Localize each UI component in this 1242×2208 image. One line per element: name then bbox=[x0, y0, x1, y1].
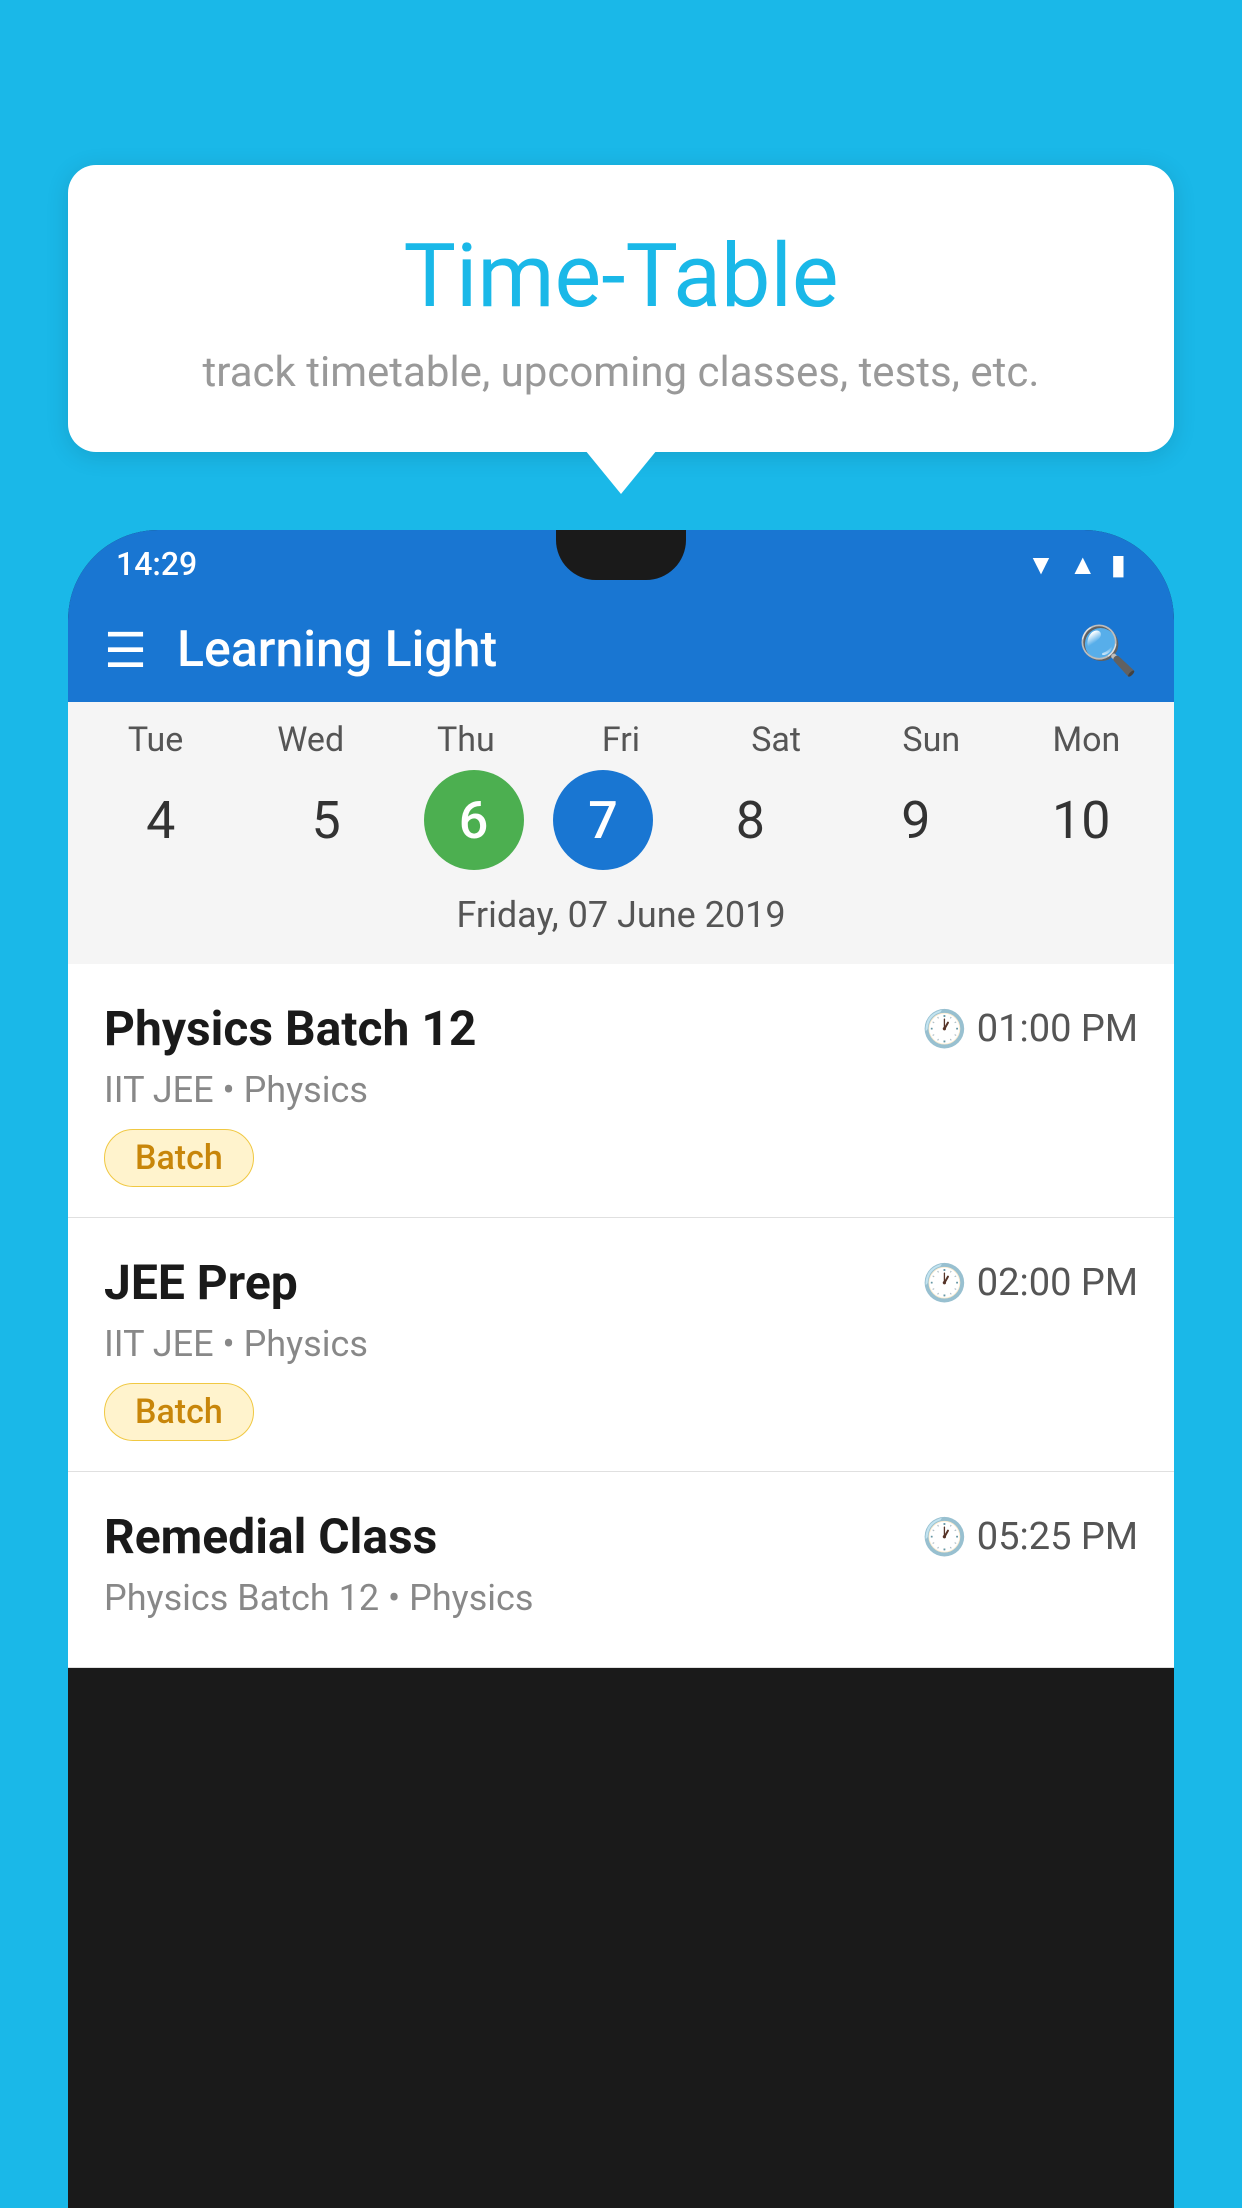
schedule-item-1-time: 🕐 01:00 PM bbox=[922, 1007, 1138, 1051]
wifi-icon: ▼ bbox=[1027, 548, 1055, 581]
day-7-selected[interactable]: 7 bbox=[553, 770, 653, 870]
day-name-fri: Fri bbox=[553, 720, 689, 760]
search-icon[interactable]: 🔍 bbox=[1078, 622, 1138, 679]
schedule-item-1[interactable]: Physics Batch 12 🕐 01:00 PM IIT JEE • Ph… bbox=[68, 964, 1174, 1218]
schedule-list: Physics Batch 12 🕐 01:00 PM IIT JEE • Ph… bbox=[68, 964, 1174, 1668]
schedule-item-2-badge: Batch bbox=[104, 1383, 254, 1441]
day-name-thu: Thu bbox=[398, 720, 534, 760]
menu-icon[interactable]: ☰ bbox=[104, 622, 147, 679]
tooltip-subtitle: track timetable, upcoming classes, tests… bbox=[118, 348, 1124, 397]
schedule-item-3-time: 🕐 05:25 PM bbox=[922, 1515, 1138, 1559]
status-bar: 14:29 ▼ ▲ ▮ bbox=[68, 530, 1174, 598]
day-name-sat: Sat bbox=[708, 720, 844, 760]
status-time: 14:29 bbox=[116, 545, 197, 583]
selected-date-label: Friday, 07 June 2019 bbox=[68, 886, 1174, 954]
schedule-item-3-header: Remedial Class 🕐 05:25 PM bbox=[104, 1508, 1138, 1565]
signal-icon: ▲ bbox=[1069, 548, 1097, 581]
day-6-today[interactable]: 6 bbox=[424, 770, 524, 870]
day-9[interactable]: 9 bbox=[848, 770, 984, 870]
battery-icon: ▮ bbox=[1111, 548, 1126, 581]
clock-icon-1: 🕐 bbox=[922, 1008, 967, 1050]
day-8[interactable]: 8 bbox=[682, 770, 818, 870]
schedule-item-2-time: 🕐 02:00 PM bbox=[922, 1261, 1138, 1305]
calendar-week: Tue Wed Thu Fri Sat Sun Mon 4 5 6 7 8 9 … bbox=[68, 702, 1174, 964]
day-name-wed: Wed bbox=[243, 720, 379, 760]
day-names-row: Tue Wed Thu Fri Sat Sun Mon bbox=[68, 720, 1174, 760]
app-header: ☰ Learning Light 🔍 bbox=[68, 598, 1174, 702]
day-numbers-row: 4 5 6 7 8 9 10 bbox=[68, 760, 1174, 886]
schedule-item-3-time-text: 05:25 PM bbox=[977, 1515, 1138, 1559]
schedule-item-2-time-text: 02:00 PM bbox=[977, 1261, 1138, 1305]
schedule-item-2-header: JEE Prep 🕐 02:00 PM bbox=[104, 1254, 1138, 1311]
day-name-mon: Mon bbox=[1018, 720, 1154, 760]
schedule-item-3-meta: Physics Batch 12 • Physics bbox=[104, 1577, 1138, 1619]
notch bbox=[556, 530, 686, 580]
schedule-item-1-header: Physics Batch 12 🕐 01:00 PM bbox=[104, 1000, 1138, 1057]
day-name-tue: Tue bbox=[88, 720, 224, 760]
clock-icon-2: 🕐 bbox=[922, 1262, 967, 1304]
schedule-item-2[interactable]: JEE Prep 🕐 02:00 PM IIT JEE • Physics Ba… bbox=[68, 1218, 1174, 1472]
clock-icon-3: 🕐 bbox=[922, 1516, 967, 1558]
tooltip-title: Time-Table bbox=[118, 225, 1124, 328]
schedule-item-1-badge: Batch bbox=[104, 1129, 254, 1187]
status-icons: ▼ ▲ ▮ bbox=[1027, 548, 1126, 581]
schedule-item-1-meta: IIT JEE • Physics bbox=[104, 1069, 1138, 1111]
schedule-item-3-name: Remedial Class bbox=[104, 1508, 437, 1565]
tooltip-card: Time-Table track timetable, upcoming cla… bbox=[68, 165, 1174, 452]
schedule-item-2-meta: IIT JEE • Physics bbox=[104, 1323, 1138, 1365]
schedule-item-1-name: Physics Batch 12 bbox=[104, 1000, 476, 1057]
day-4[interactable]: 4 bbox=[93, 770, 229, 870]
day-10[interactable]: 10 bbox=[1013, 770, 1149, 870]
schedule-item-2-name: JEE Prep bbox=[104, 1254, 298, 1311]
day-name-sun: Sun bbox=[863, 720, 999, 760]
phone-frame: 14:29 ▼ ▲ ▮ ☰ Learning Light 🔍 Tue Wed T… bbox=[68, 530, 1174, 2208]
app-title: Learning Light bbox=[177, 621, 1078, 679]
schedule-item-3[interactable]: Remedial Class 🕐 05:25 PM Physics Batch … bbox=[68, 1472, 1174, 1668]
day-5[interactable]: 5 bbox=[258, 770, 394, 870]
schedule-item-1-time-text: 01:00 PM bbox=[977, 1007, 1138, 1051]
